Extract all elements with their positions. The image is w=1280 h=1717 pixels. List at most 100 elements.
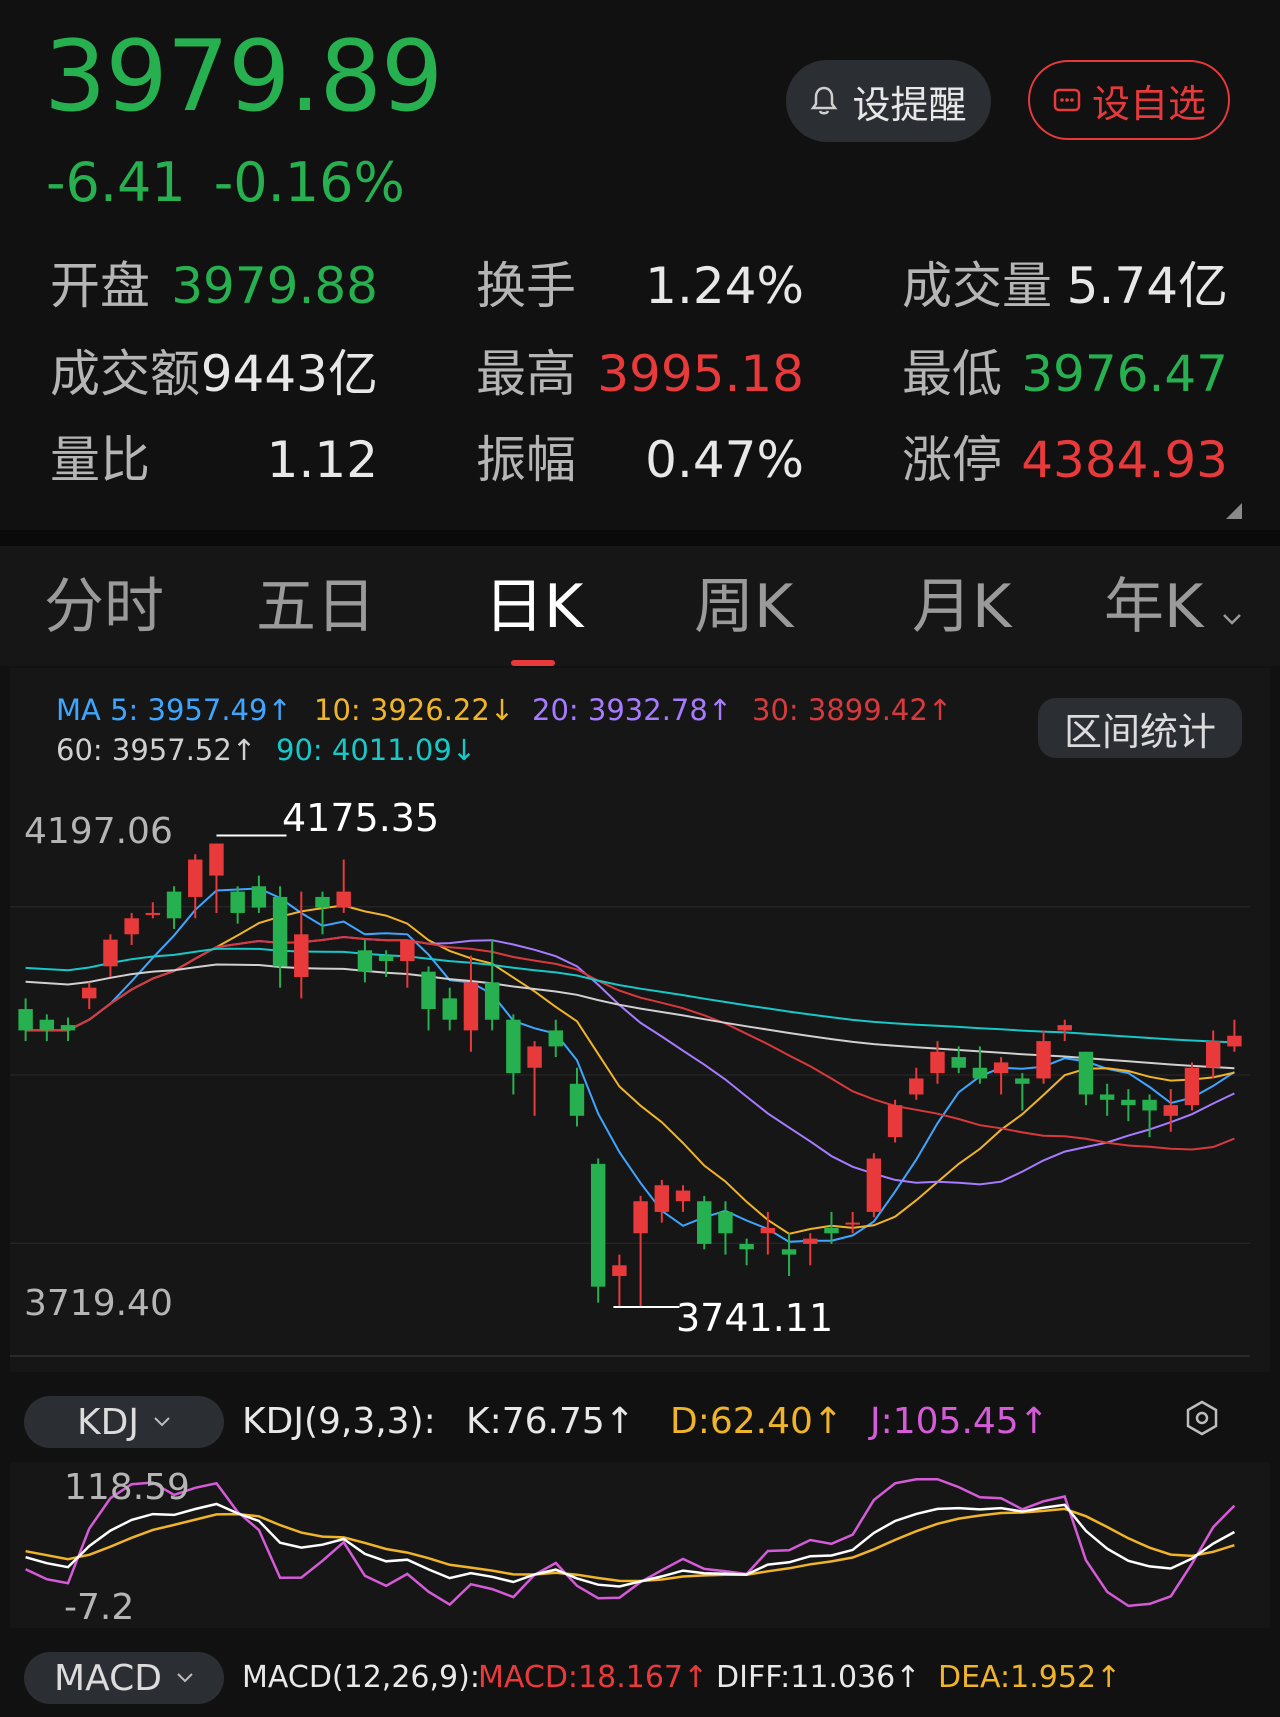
kdj-selector[interactable]: KDJ <box>24 1396 224 1448</box>
candle-body <box>166 891 182 919</box>
candle-body <box>824 1227 839 1234</box>
candle-body <box>82 987 97 999</box>
stat-value: 3976.47 <box>1021 345 1228 403</box>
candle-body <box>993 1062 1009 1074</box>
stat-item: 最高 3995.18 <box>476 344 804 404</box>
candle-body <box>357 950 373 972</box>
candle-body <box>60 1025 76 1031</box>
candle-body <box>1163 1105 1178 1116</box>
set-alert-button[interactable]: 设提醒 <box>786 60 991 142</box>
ma-line-10 <box>25 904 1235 1235</box>
candle-body <box>739 1243 754 1250</box>
candle-body <box>442 998 457 1020</box>
candle-body <box>103 939 118 967</box>
candle-body <box>1184 1067 1200 1106</box>
candle-body <box>1078 1051 1094 1095</box>
tab-4[interactable]: 周K <box>694 572 793 642</box>
ma-legend-item: 90: 4011.09↓ <box>276 733 477 767</box>
candle-body <box>675 1190 691 1202</box>
stat-item: 涨停 4384.93 <box>902 430 1228 490</box>
candle-body <box>1121 1099 1136 1106</box>
low-marker-label: 3741.11 <box>676 1296 834 1340</box>
stat-value: 1.24% <box>645 257 804 315</box>
stat-item: 成交量 5.74亿 <box>902 256 1228 316</box>
stat-value: 0.47% <box>645 431 804 489</box>
candle-body <box>421 971 436 1010</box>
macd-diff-value: DIFF:11.036↑ <box>716 1660 921 1695</box>
candle-body <box>145 912 161 915</box>
tab-1[interactable]: 分时 <box>44 572 164 642</box>
candle-body <box>209 843 224 876</box>
kdj-chart[interactable] <box>10 1462 1250 1628</box>
range-stats-button[interactable]: 区间统计 <box>1038 698 1242 758</box>
y-axis-min-label: 3719.40 <box>24 1283 173 1324</box>
candle-body <box>400 939 415 962</box>
candle-body <box>930 1051 945 1074</box>
chevron-down-icon <box>154 1417 170 1427</box>
candle-body <box>866 1158 882 1212</box>
candle-body <box>590 1163 606 1287</box>
stat-label: 量比 <box>50 431 150 489</box>
kdj-d-line <box>25 1507 1235 1583</box>
tab-3[interactable]: 日K <box>484 572 583 642</box>
stat-value: 5.74亿 <box>1066 257 1228 315</box>
candle-body <box>951 1057 966 1068</box>
candle-body <box>548 1030 563 1047</box>
candle-body <box>1205 1041 1221 1068</box>
candle-body <box>569 1083 585 1116</box>
settings-gear-icon[interactable] <box>1184 1400 1220 1436</box>
candle-body <box>887 1105 903 1138</box>
tab-5[interactable]: 月K <box>912 572 1011 642</box>
candle-body <box>124 918 139 935</box>
candle-body <box>18 1009 33 1031</box>
candle-body <box>336 891 351 908</box>
tab-6[interactable]: 年K <box>1104 572 1203 642</box>
price-change: -6.41 -0.16% <box>46 150 433 216</box>
ma-line-5 <box>25 887 1235 1243</box>
add-watchlist-button[interactable]: 设自选 <box>1028 60 1230 140</box>
candle-body <box>803 1238 818 1244</box>
stat-value: 9443亿 <box>200 345 378 403</box>
stat-item: 换手 1.24% <box>476 256 804 316</box>
stat-label: 涨停 <box>902 431 1002 489</box>
candle-body <box>463 982 479 1031</box>
candle-body <box>294 934 309 978</box>
candle-body <box>506 1019 521 1074</box>
candle-body <box>230 891 245 913</box>
ma-line-20 <box>25 935 1235 1186</box>
stat-label: 最低 <box>902 345 1002 403</box>
stat-label: 成交量 <box>902 257 1052 315</box>
stat-value: 3995.18 <box>597 345 804 403</box>
current-price: 3979.89 <box>44 20 443 134</box>
kdj-max-label: 118.59 <box>64 1467 190 1508</box>
macd-dea-value: DEA:1.952↑ <box>938 1660 1122 1695</box>
chevron-down-icon[interactable] <box>1222 612 1242 626</box>
candle-body <box>612 1265 627 1276</box>
candle-body <box>845 1222 860 1225</box>
kdj-d-value: D:62.40↑ <box>670 1401 844 1442</box>
ma-line-30 <box>25 935 1235 1151</box>
candle-body <box>972 1067 988 1079</box>
kline-chart[interactable] <box>10 800 1250 1360</box>
stat-label: 开盘 <box>50 257 150 315</box>
macd-selector[interactable]: MACD <box>24 1652 224 1704</box>
expand-corner-icon[interactable] <box>1226 503 1242 519</box>
candle-body <box>654 1185 670 1212</box>
tab-2[interactable]: 五日 <box>256 572 376 642</box>
candle-body <box>315 896 330 908</box>
ma-legend-item: 60: 3957.52↑ <box>56 733 257 767</box>
change-amount: -6.41 <box>46 151 186 214</box>
stat-value: 3979.88 <box>171 257 378 315</box>
stat-item: 振幅 0.47% <box>476 430 804 490</box>
candle-body <box>272 896 288 967</box>
candle-body <box>251 886 267 908</box>
stat-value: 4384.93 <box>1021 431 1228 489</box>
active-tab-indicator <box>511 660 555 666</box>
change-percent: -0.16% <box>213 151 405 214</box>
macd-params: MACD(12,26,9): <box>242 1660 480 1695</box>
candle-body <box>1015 1078 1030 1084</box>
candle-body <box>1036 1041 1051 1079</box>
ma-line-90 <box>25 947 1235 1044</box>
kdj-min-label: -7.2 <box>64 1587 135 1628</box>
kdj-k-value: K:76.75↑ <box>466 1401 635 1442</box>
